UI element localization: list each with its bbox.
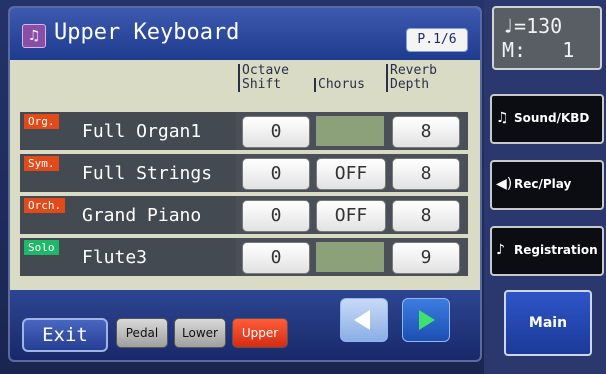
chorus-disabled-cell bbox=[316, 116, 384, 146]
main-screen: ♫ Upper Keyboard P.1/6 Octave Shift Chor… bbox=[8, 6, 482, 362]
header-reverb-line2: Depth bbox=[390, 77, 430, 92]
reverb-depth-button[interactable]: 8 bbox=[392, 158, 460, 190]
header-octave-line1: Octave bbox=[242, 63, 289, 78]
part-badge: Org. bbox=[24, 114, 59, 129]
part-badge: Sym. bbox=[24, 156, 59, 171]
header-chorus: Chorus bbox=[314, 78, 365, 92]
part-name: Flute3 bbox=[82, 247, 148, 268]
sound-kbd-button[interactable]: ♫ Sound/KBD bbox=[490, 94, 604, 144]
chorus-button[interactable]: OFF bbox=[316, 158, 386, 190]
title-bar: ♫ Upper Keyboard P.1/6 bbox=[10, 8, 480, 60]
header-reverb-depth: Reverb Depth bbox=[386, 64, 437, 92]
part-name-cell: Org. Full Organ1 bbox=[20, 112, 236, 150]
side-panel: ♩=130 M: 1 ♫ Sound/KBD ◀) Rec/Play ♪ Reg… bbox=[484, 0, 606, 374]
registration-button[interactable]: ♪ Registration bbox=[490, 226, 604, 276]
reverb-depth-button[interactable]: 8 bbox=[392, 200, 460, 232]
header-reverb-line1: Reverb bbox=[390, 63, 437, 78]
reverb-depth-button[interactable]: 9 bbox=[392, 242, 460, 274]
part-badge: Solo bbox=[24, 240, 59, 255]
part-name-cell: Solo Flute3 bbox=[20, 238, 236, 276]
chorus-button[interactable]: OFF bbox=[316, 200, 386, 232]
rec-play-label: Rec/Play bbox=[514, 177, 572, 191]
sound-kbd-label: Sound/KBD bbox=[514, 111, 590, 125]
part-name: Grand Piano bbox=[82, 205, 202, 226]
registration-label: Registration bbox=[514, 243, 598, 257]
bottom-bar: Exit Pedal Lower Upper bbox=[10, 290, 480, 360]
part-name-cell: Orch. Grand Piano bbox=[20, 196, 236, 234]
tempo-display: ♩=130 M: 1 bbox=[492, 6, 602, 70]
upper-part-button[interactable]: Upper bbox=[232, 318, 288, 348]
octave-shift-button[interactable]: 0 bbox=[242, 242, 310, 274]
rec-play-button[interactable]: ◀) Rec/Play bbox=[490, 160, 604, 210]
reverb-depth-button[interactable]: 8 bbox=[392, 116, 460, 148]
header-chorus-label: Chorus bbox=[318, 77, 365, 92]
speaker-icon: ◀) bbox=[496, 176, 513, 192]
header-octave-line2: Shift bbox=[242, 77, 282, 92]
part-name: Full Organ1 bbox=[82, 121, 202, 142]
main-button[interactable]: Main bbox=[504, 290, 592, 356]
arrow-left-icon bbox=[354, 310, 370, 330]
music-note-icon: ♫ bbox=[22, 24, 46, 48]
measure-readout: M: 1 bbox=[502, 38, 575, 62]
part-row-orch: Orch. Grand Piano 0 OFF 8 bbox=[20, 196, 468, 234]
lower-part-button[interactable]: Lower bbox=[174, 318, 226, 348]
part-row-solo: Solo Flute3 0 9 bbox=[20, 238, 468, 276]
exit-button[interactable]: Exit bbox=[22, 318, 108, 352]
music-book-icon: ♪ bbox=[496, 242, 505, 258]
page-title: Upper Keyboard bbox=[54, 20, 240, 45]
part-badge: Orch. bbox=[24, 198, 66, 213]
part-row-org: Org. Full Organ1 0 8 bbox=[20, 112, 468, 150]
octave-shift-button[interactable]: 0 bbox=[242, 116, 310, 148]
music-note-icon: ♫ bbox=[496, 110, 509, 126]
part-row-sym: Sym. Full Strings 0 OFF 8 bbox=[20, 154, 468, 192]
tempo-readout: ♩=130 bbox=[502, 14, 563, 38]
part-name-cell: Sym. Full Strings bbox=[20, 154, 236, 192]
header-octave-shift: Octave Shift bbox=[238, 64, 289, 92]
part-name: Full Strings bbox=[82, 163, 213, 184]
page-indicator: P.1/6 bbox=[406, 28, 468, 52]
device-frame: ♫ Upper Keyboard P.1/6 Octave Shift Chor… bbox=[0, 0, 606, 374]
arrow-right-icon bbox=[419, 310, 435, 330]
pedal-part-button[interactable]: Pedal bbox=[116, 318, 168, 348]
octave-shift-button[interactable]: 0 bbox=[242, 200, 310, 232]
previous-page-button[interactable] bbox=[340, 298, 388, 342]
octave-shift-button[interactable]: 0 bbox=[242, 158, 310, 190]
next-page-button[interactable] bbox=[402, 298, 450, 342]
chorus-disabled-cell bbox=[316, 242, 384, 272]
